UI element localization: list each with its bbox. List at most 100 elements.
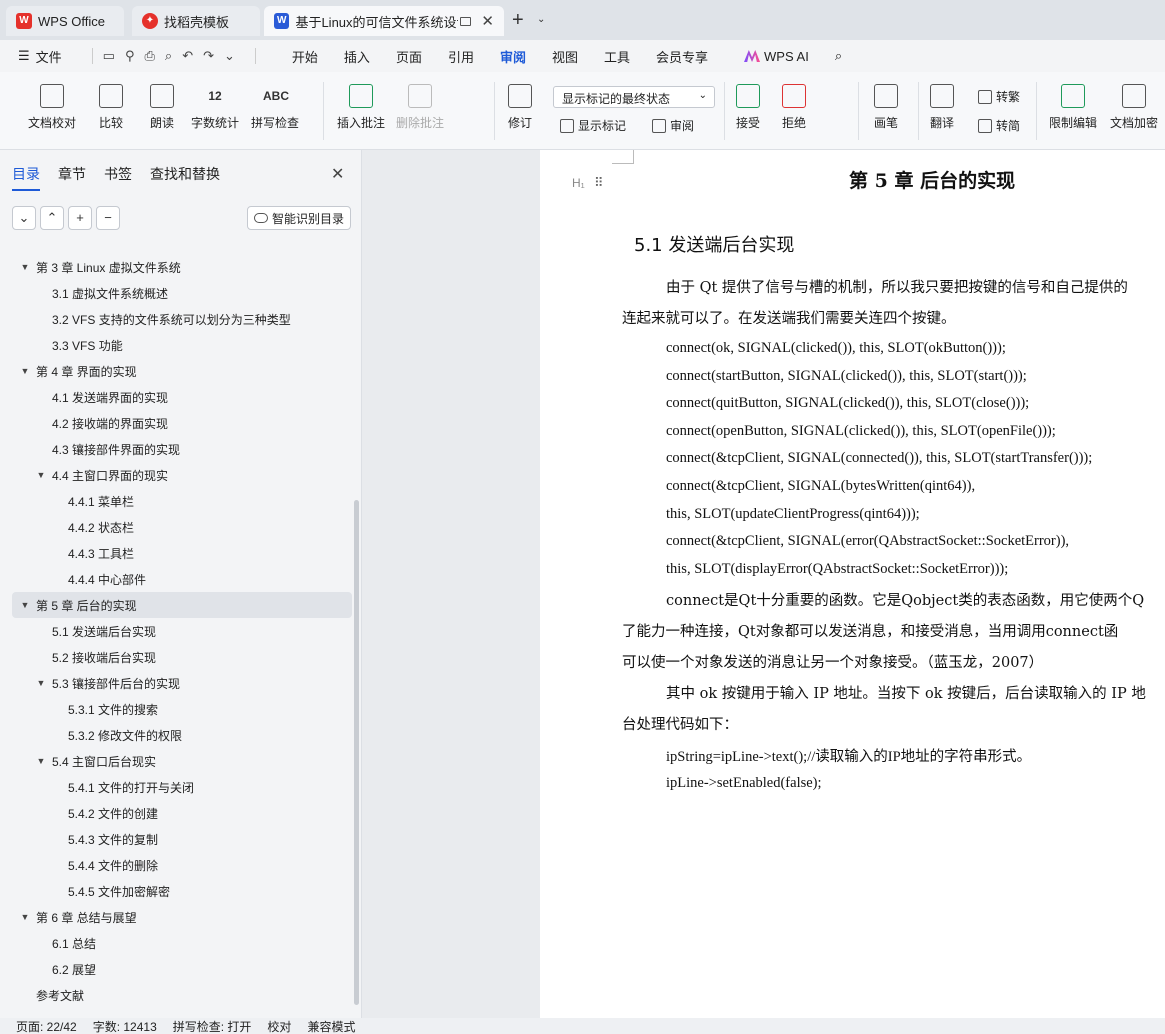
toc-item[interactable]: 5.4.5 文件加密解密 [12,878,352,904]
expand-triangle-icon[interactable]: ▼ [34,756,48,766]
share-icon[interactable]: ⚲ [125,48,135,64]
smart-toc-button[interactable]: 智能识别目录 [247,206,351,230]
toc-item[interactable]: 5.3.2 修改文件的权限 [12,722,352,748]
redo-icon[interactable]: ↷ [203,48,214,64]
tab-chapters[interactable]: 章节 [58,164,86,184]
toc-item[interactable]: 6.2 展望 [12,956,352,982]
toc-item[interactable]: 6.1 总结 [12,930,352,956]
insert-comment-button[interactable]: 插入批注 [337,84,385,131]
menu-view[interactable]: 视图 [552,47,578,66]
menu-member[interactable]: 会员专享 [656,47,708,66]
toc-item[interactable]: 3.2 VFS 支持的文件系统可以划分为三种类型 [12,306,352,332]
undo-icon[interactable]: ↶ [182,48,193,64]
toc-item[interactable]: 3.1 虚拟文件系统概述 [12,280,352,306]
close-tab-icon[interactable]: ✕ [481,12,494,30]
show-markup-button[interactable]: 显示标记 [560,117,626,134]
expand-triangle-icon[interactable]: ▼ [18,262,32,272]
expand-triangle-icon[interactable]: ▼ [18,366,32,376]
toc-item[interactable]: 4.3 镶接部件界面的实现 [12,436,352,462]
menu-page[interactable]: 页面 [396,47,422,66]
menu-home[interactable]: 开始 [292,47,318,66]
drag-handle-icon[interactable]: ⠿ [594,175,604,191]
toc-item[interactable]: ▼ 5.4 主窗口后台现实 [12,748,352,774]
close-icon[interactable]: ✕ [331,164,344,184]
file-menu[interactable]: ☰ 文件 [18,47,62,66]
toc-item[interactable]: 5.2 接收端后台实现 [12,644,352,670]
expand-triangle-icon[interactable]: ▼ [18,912,32,922]
accept-button[interactable]: 接受 [736,84,760,131]
toc-item[interactable]: 5.4.2 文件的创建 [12,800,352,826]
word-count-button[interactable]: 12 字数统计 [191,84,239,131]
compare-button[interactable]: 比较 [99,84,123,131]
toc-item[interactable]: 5.4.4 文件的删除 [12,852,352,878]
compat-mode-indicator: 兼容模式 [307,1019,356,1034]
spellcheck-indicator[interactable]: 拼写检查: 打开 [173,1018,252,1034]
proof-indicator[interactable]: 校对 [267,1018,291,1034]
toc-item[interactable]: ▼ 第 3 章 Linux 虚拟文件系统 [12,254,352,280]
toc-item[interactable]: 4.4.4 中心部件 [12,566,352,592]
toc-item[interactable]: 4.2 接收端的界面实现 [12,410,352,436]
toc-item[interactable]: 4.4.2 状态栏 [12,514,352,540]
scrollbar[interactable] [354,500,359,1005]
tab-wps-office[interactable]: W WPS Office [6,6,124,36]
toc-item[interactable]: ▼ 4.4 主窗口界面的现实 [12,462,352,488]
toc-item[interactable]: 5.1 发送端后台实现 [12,618,352,644]
wps-ai-button[interactable]: WPS AI [744,49,809,64]
tab-find-replace[interactable]: 查找和替换 [150,164,220,184]
delete-comment-button[interactable]: 删除批注 [396,84,444,131]
tab-toc[interactable]: 目录 [12,164,40,191]
toc-item[interactable]: ▼ 第 6 章 总结与展望 [12,904,352,930]
revise-button[interactable]: 修订 [508,84,532,131]
toc-item[interactable]: 5.4.3 文件的复制 [12,826,352,852]
docer-logo-icon: ✦ [142,13,158,29]
print-icon[interactable]: ⎙ [145,48,155,64]
toc-item[interactable]: ▼ 第 5 章 后台的实现 [12,592,352,618]
tab-bookmarks[interactable]: 书签 [104,164,132,184]
expand-triangle-icon[interactable]: ▼ [34,678,48,688]
chevron-down-icon[interactable]: ⌄ [224,48,235,64]
toc-item[interactable]: ▼ 5.3 镶接部件后台的实现 [12,670,352,696]
toc-item[interactable]: 4.4.1 菜单栏 [12,488,352,514]
toc-item[interactable]: 参考文献 [12,982,352,1008]
reject-button[interactable]: 拒绝 [782,84,806,131]
spellcheck-button[interactable]: ABC 拼写检查 [251,84,299,131]
word-count-indicator[interactable]: 字数: 12413 [93,1018,157,1034]
add-heading-icon[interactable]: + [68,206,92,230]
collapse-icon[interactable]: ⌄ [12,206,36,230]
toc-item[interactable]: 3.3 VFS 功能 [12,332,352,358]
read-aloud-button[interactable]: 朗读 [150,84,174,131]
toc-item[interactable]: 5.3.1 文件的搜索 [12,696,352,722]
menu-references[interactable]: 引用 [448,47,474,66]
toc-item[interactable]: ▼ 第 4 章 界面的实现 [12,358,352,384]
document-page[interactable]: H₁ ⠿ 第 5 章 后台的实现 5.1 发送端后台实现 由于 Qt 提供了信号… [540,150,1165,1018]
expand-triangle-icon[interactable]: ▼ [34,470,48,480]
expand-triangle-icon[interactable]: ▼ [18,600,32,610]
menu-insert[interactable]: 插入 [344,47,370,66]
to-traditional-button[interactable]: 转繁 [978,88,1020,105]
restrict-edit-button[interactable]: 限制编辑 [1049,84,1097,131]
toc-item[interactable]: 5.4.1 文件的打开与关闭 [12,774,352,800]
toc-item[interactable]: 4.1 发送端界面的实现 [12,384,352,410]
pen-button[interactable]: 画笔 [874,84,898,131]
proofread-button[interactable]: 文档校对 [28,84,76,131]
search-icon[interactable]: ⌕ [835,48,842,64]
review-dropdown-button[interactable]: 审阅 [652,117,694,134]
encrypt-button[interactable]: 文档加密 [1110,84,1158,131]
tab-label: WPS Office [38,13,105,29]
translate-button[interactable]: 翻译 [930,84,954,131]
tab-document[interactable]: W 基于Linux的可信文件系统设计 ✕ [264,6,504,36]
remove-heading-icon[interactable]: − [96,206,120,230]
new-tab-button[interactable]: + [512,9,524,32]
page-indicator[interactable]: 页面: 22/42 [16,1018,77,1034]
expand-icon[interactable]: ⌃ [40,206,64,230]
print-preview-icon[interactable]: ⌕ [165,48,172,64]
window-mini-icon[interactable] [459,16,472,26]
menu-review[interactable]: 审阅 [499,47,526,74]
markup-state-select[interactable]: 显示标记的最终状态 ⌄ [553,86,715,108]
tab-template[interactable]: ✦ 找稻壳模板 [132,6,260,36]
save-icon[interactable]: ▭ [103,48,115,64]
toc-item[interactable]: 4.4.3 工具栏 [12,540,352,566]
menu-tools[interactable]: 工具 [604,47,630,66]
to-simplified-button[interactable]: 转简 [978,117,1020,134]
chevron-down-icon[interactable]: ⌄ [537,14,545,25]
